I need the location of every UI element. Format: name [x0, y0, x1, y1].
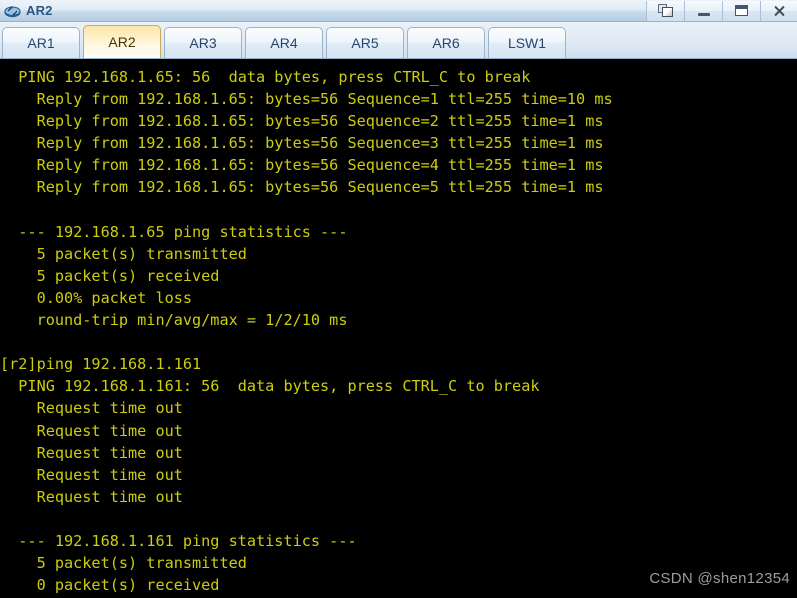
tab-lsw1[interactable]: LSW1 [488, 27, 566, 58]
maximize-icon [735, 5, 748, 16]
window-controls [646, 0, 797, 21]
minimize-button[interactable] [684, 0, 722, 21]
close-icon [772, 4, 786, 18]
tab-label: AR4 [270, 35, 298, 51]
tab-label: LSW1 [507, 35, 547, 51]
terminal-line: Reply from 192.168.1.65: bytes=56 Sequen… [0, 156, 604, 175]
restore-icon [658, 4, 673, 17]
terminal-line: --- 192.168.1.65 ping statistics --- [0, 222, 348, 241]
terminal-lines: PING 192.168.1.65: 56 data bytes, press … [0, 60, 797, 596]
window-title-text: AR2 [26, 3, 53, 18]
window-title-group: AR2 [0, 3, 646, 18]
terminal-line: PING 192.168.1.161: 56 data bytes, press… [0, 377, 540, 396]
close-button[interactable] [760, 0, 797, 21]
terminal-line: [r2]ping 192.168.1.161 [0, 355, 202, 374]
terminal-line: Reply from 192.168.1.65: bytes=56 Sequen… [0, 134, 604, 153]
terminal-line: 5 packet(s) received [0, 266, 220, 285]
watermark-text: CSDN @shen12354 [649, 570, 790, 587]
window-title-bar: AR2 [0, 0, 797, 22]
terminal-line: Request time out [0, 487, 183, 506]
terminal-line: PING 192.168.1.65: 56 data bytes, press … [0, 68, 531, 86]
terminal-line: round-trip min/avg/max = 1/2/10 ms [0, 311, 348, 330]
ar2-console-window: AR2 AR1 AR2 AR3 AR4 AR5 AR6 LSW1 PING 192.168.… [0, 0, 797, 598]
tab-ar1[interactable]: AR1 [2, 27, 80, 58]
tab-label: AR5 [351, 35, 379, 51]
terminal-line: 0.00% packet loss [0, 288, 193, 307]
tab-ar5[interactable]: AR5 [326, 27, 404, 58]
terminal-line: Reply from 192.168.1.65: bytes=56 Sequen… [0, 112, 604, 131]
terminal-line: Request time out [0, 443, 183, 462]
maximize-button[interactable] [722, 0, 760, 21]
cli-terminal-output[interactable]: PING 192.168.1.65: 56 data bytes, press … [0, 60, 797, 598]
minimize-icon [697, 12, 710, 16]
terminal-line: Request time out [0, 399, 183, 418]
tab-label: AR1 [27, 35, 55, 51]
restore-button[interactable] [646, 0, 684, 21]
tab-label: AR2 [108, 34, 136, 50]
tab-ar4[interactable]: AR4 [245, 27, 323, 58]
terminal-line: 5 packet(s) transmitted [0, 244, 247, 263]
terminal-line: Request time out [0, 465, 183, 484]
tab-ar2[interactable]: AR2 [83, 25, 161, 58]
terminal-line: --- 192.168.1.161 ping statistics --- [0, 531, 357, 550]
terminal-line: Reply from 192.168.1.65: bytes=56 Sequen… [0, 178, 604, 197]
terminal-line: Request time out [0, 421, 183, 440]
tab-ar3[interactable]: AR3 [164, 27, 242, 58]
tab-label: AR6 [432, 35, 460, 51]
router-icon [4, 3, 21, 18]
tab-label: AR3 [189, 35, 217, 51]
device-tab-bar: AR1 AR2 AR3 AR4 AR5 AR6 LSW1 [0, 22, 797, 59]
terminal-line: Reply from 192.168.1.65: bytes=56 Sequen… [0, 90, 613, 109]
tab-ar6[interactable]: AR6 [407, 27, 485, 58]
